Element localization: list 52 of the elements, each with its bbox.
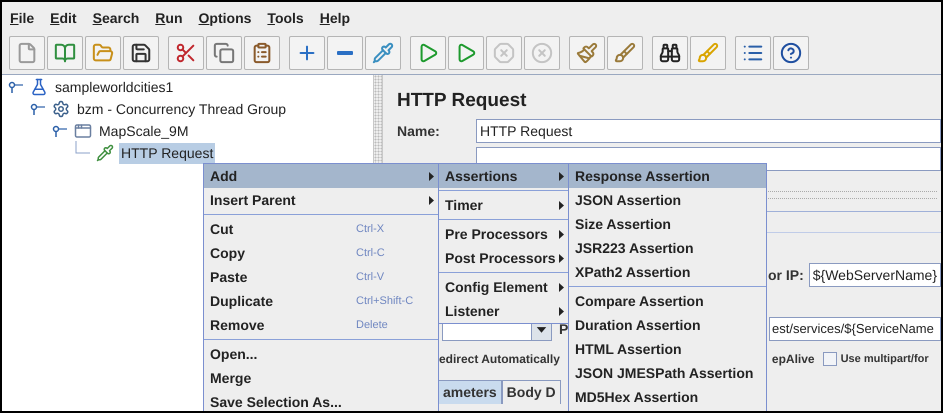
menu-item[interactable]: Duplicate Ctrl+Shift-C (204, 289, 438, 313)
menu-bar-item[interactable]: Search (92, 8, 140, 29)
menu-item[interactable]: Insert Parent (204, 188, 438, 212)
menu-bar-item[interactable]: Help (320, 8, 350, 29)
menu-item[interactable]: Pre Processors (439, 222, 568, 246)
menu-item[interactable]: Remove Delete (204, 313, 438, 337)
menu-item[interactable]: Open... (204, 342, 438, 366)
menu-item[interactable]: Size Assertion (569, 212, 766, 236)
menu-bar-item[interactable]: File (10, 8, 34, 29)
menu-bar-item[interactable]: Tools (267, 8, 304, 29)
server-field[interactable]: ${WebServerName} (808, 263, 941, 287)
name-field[interactable]: HTTP Request (476, 119, 941, 143)
menu-item[interactable]: Add (204, 164, 438, 188)
menu-item[interactable]: JSON JMESPath Assertion (569, 361, 766, 385)
menu-item[interactable]: XPath2 Assertion (569, 260, 766, 284)
menu-bar-item[interactable]: Run (155, 8, 183, 29)
menu-item[interactable]: Compare Assertion (569, 289, 766, 313)
option-label: epAlive (772, 351, 815, 368)
shortcut-text: Ctrl-C (356, 246, 386, 261)
menu-item[interactable]: Post Processors (439, 246, 568, 270)
menu-item[interactable]: Timer (439, 193, 568, 217)
menu-item[interactable]: MD5Hex Assertion (569, 385, 766, 409)
menu-item[interactable]: JSON Assertion (569, 188, 766, 212)
tree-item[interactable]: bzm - Concurrency Thread Group (75, 98, 288, 120)
tree-item[interactable]: MapScale_9M (97, 120, 190, 142)
menu-bar-item[interactable]: Edit (50, 8, 77, 29)
menu-item[interactable]: Cut Ctrl-X (204, 217, 438, 241)
editor-title: HTTP Request (396, 89, 528, 113)
menu-item[interactable]: Paste Ctrl-V (204, 265, 438, 289)
checkbox-label: Use multipart/for (840, 352, 929, 367)
menu-item[interactable]: Save Selection As... (204, 390, 438, 411)
menu-item[interactable]: JSR223 Assertion (569, 236, 766, 260)
menu-item[interactable]: HTML Assertion (569, 337, 766, 361)
tree-item[interactable]: HTTP Request (119, 142, 216, 164)
shortcut-text: Ctrl-X (356, 222, 386, 237)
menu-bar-item[interactable]: Options (198, 8, 252, 29)
shortcut-text: Ctrl-V (356, 270, 386, 285)
menu-item[interactable]: Response Assertion (569, 164, 766, 188)
menu-item[interactable]: Duration Assertion (569, 313, 766, 337)
menu-item[interactable]: Merge (204, 366, 438, 390)
menu-item[interactable]: Config Element (439, 275, 568, 299)
menu-item[interactable]: Copy Ctrl-C (204, 241, 438, 265)
shortcut-text: Delete (356, 318, 389, 333)
server-label: or IP: (768, 266, 804, 284)
tree-item[interactable]: sampleworldcities1 (53, 76, 176, 98)
tab[interactable]: ameters (438, 380, 502, 404)
name-label: Name: (396, 122, 441, 140)
path-field[interactable]: est/services/${ServiceName (769, 317, 941, 341)
option-label: edirect Automatically (438, 351, 560, 368)
menu-item[interactable]: Assertions (439, 164, 568, 188)
shortcut-text: Ctrl+Shift-C (356, 294, 414, 309)
tab[interactable]: Body D (502, 380, 561, 404)
